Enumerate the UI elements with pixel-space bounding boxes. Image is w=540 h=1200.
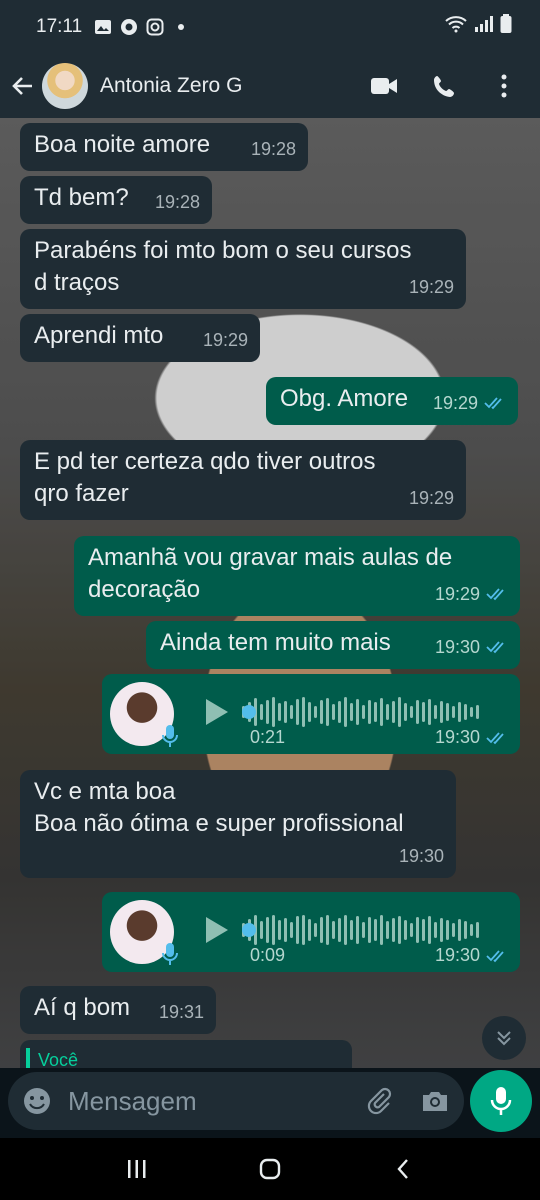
instagram-icon (146, 18, 164, 36)
message-time: 19:31 (158, 1002, 204, 1022)
message-outgoing[interactable]: Amanhã vou gravar mais aulas de decoraçã… (74, 536, 520, 616)
message-incoming[interactable]: Aí q bom 19:31 (20, 986, 216, 1034)
system-nav-bar (0, 1138, 540, 1200)
message-time: 19:30 (434, 727, 480, 747)
audio-waveform[interactable] (242, 910, 502, 950)
read-receipt-icon (486, 641, 504, 654)
mic-icon (162, 725, 178, 747)
message-incoming[interactable]: Parabéns foi mto bom o seu cursos d traç… (20, 229, 466, 309)
reply-quote-bar (26, 1048, 30, 1068)
home-icon[interactable] (250, 1149, 290, 1189)
emoji-icon[interactable] (22, 1086, 52, 1116)
voice-record-button[interactable] (470, 1070, 532, 1132)
signal-icon (474, 15, 494, 39)
play-icon[interactable] (200, 914, 232, 946)
read-receipt-icon (486, 731, 504, 744)
contact-name[interactable]: Antonia Zero G (100, 74, 242, 98)
playback-position[interactable] (242, 705, 256, 719)
message-text: qro fazer (34, 480, 129, 507)
message-text: E pd ter certeza qdo tiver outros (34, 448, 376, 475)
message-time: 19:29 (202, 330, 248, 350)
read-receipt-icon (484, 397, 502, 410)
message-input-placeholder[interactable]: Mensagem (68, 1086, 197, 1117)
mic-icon (162, 943, 178, 965)
audio-waveform[interactable] (242, 692, 502, 732)
mic-icon (490, 1087, 512, 1115)
message-composer: Mensagem (0, 1068, 540, 1138)
voice-duration: 0:09 (250, 945, 286, 965)
partial-reply-message[interactable]: Você (20, 1040, 352, 1068)
voice-message[interactable]: 0:09 19:30 (102, 892, 520, 972)
chrome-icon (120, 18, 138, 36)
status-bar: 17:11 (0, 0, 540, 54)
message-time: 19:29 (432, 393, 478, 413)
voice-duration: 0:21 (250, 727, 286, 747)
message-outgoing[interactable]: Obg. Amore 19:29 (266, 377, 518, 425)
message-time: 19:28 (154, 192, 200, 212)
scroll-to-bottom-button[interactable] (482, 1016, 526, 1060)
back-icon[interactable] (383, 1149, 423, 1189)
back-arrow-icon[interactable] (8, 71, 38, 101)
video-call-icon[interactable] (368, 70, 400, 102)
message-outgoing[interactable]: Ainda tem muito mais 19:30 (146, 621, 520, 669)
message-incoming[interactable]: Td bem? 19:28 (20, 176, 212, 224)
contact-avatar[interactable] (42, 63, 88, 109)
dot-icon (172, 18, 190, 36)
message-input-box[interactable]: Mensagem (8, 1072, 464, 1130)
message-time: 19:29 (408, 277, 454, 297)
message-time: 19:29 (434, 584, 480, 604)
message-text: Amanhã vou gravar mais aulas de (88, 544, 453, 571)
message-incoming[interactable]: Vc e mta boa Boa não ótima e super profi… (20, 770, 456, 878)
wifi-icon (444, 15, 468, 39)
voice-call-icon[interactable] (428, 70, 460, 102)
message-incoming[interactable]: Aprendi mto 19:29 (20, 314, 260, 362)
recent-apps-icon[interactable] (117, 1149, 157, 1189)
chat-area[interactable]: Boa noite amore 19:28 Td bem? 19:28 Para… (0, 118, 540, 1068)
more-icon[interactable] (488, 70, 520, 102)
read-receipt-icon (486, 588, 504, 601)
message-time: 19:30 (434, 945, 480, 965)
double-chevron-down-icon (497, 1031, 511, 1046)
playback-position[interactable] (242, 923, 256, 937)
message-text: Parabéns foi mto bom o seu cursos (34, 237, 412, 264)
reply-sender-label: Você (38, 1050, 79, 1068)
image-icon (94, 18, 112, 36)
battery-icon (500, 14, 512, 40)
message-incoming[interactable]: E pd ter certeza qdo tiver outros qro fa… (20, 440, 466, 520)
attach-icon[interactable] (364, 1086, 394, 1116)
message-time: 19:30 (398, 846, 444, 866)
chat-header: Antonia Zero G (0, 54, 540, 118)
message-text: Vc e mta boa (34, 778, 176, 805)
message-time: 19:28 (250, 139, 296, 159)
status-time: 17:11 (36, 16, 83, 37)
message-time: 19:29 (408, 488, 454, 508)
read-receipt-icon (486, 949, 504, 962)
message-text: d traços (34, 269, 120, 296)
camera-icon[interactable] (420, 1086, 450, 1116)
play-icon[interactable] (200, 696, 232, 728)
voice-message[interactable]: 0:21 19:30 (102, 674, 520, 754)
message-incoming[interactable]: Boa noite amore 19:28 (20, 123, 308, 171)
message-text: Boa não ótima e super profissional (34, 810, 404, 837)
message-time: 19:30 (434, 637, 480, 657)
